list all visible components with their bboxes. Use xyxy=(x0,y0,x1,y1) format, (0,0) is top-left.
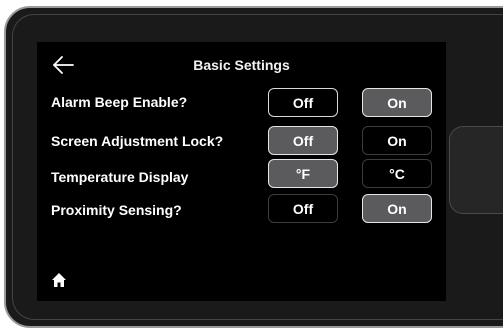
proximity-off-button[interactable]: Off xyxy=(268,194,338,223)
setting-label-screen-lock: Screen Adjustment Lock? xyxy=(51,133,224,149)
alarm-beep-on-button[interactable]: On xyxy=(362,88,432,117)
home-icon xyxy=(52,273,66,287)
screen-lock-off-button[interactable]: Off xyxy=(268,126,338,155)
setting-label-temperature: Temperature Display xyxy=(51,169,189,185)
header-bar: Basic Settings xyxy=(37,42,446,90)
temp-celsius-button[interactable]: °C xyxy=(362,159,432,188)
setting-label-alarm-beep: Alarm Beep Enable? xyxy=(51,94,188,110)
page-title: Basic Settings xyxy=(193,57,290,73)
home-button[interactable] xyxy=(51,272,67,288)
proximity-on-button[interactable]: On xyxy=(362,194,432,223)
touch-screen: Basic Settings Alarm Beep Enable? Off On… xyxy=(37,42,446,301)
alarm-beep-off-button[interactable]: Off xyxy=(268,88,338,117)
setting-label-proximity: Proximity Sensing? xyxy=(51,202,182,218)
screen-lock-on-button[interactable]: On xyxy=(362,126,432,155)
side-button xyxy=(449,126,503,214)
temp-fahrenheit-button[interactable]: °F xyxy=(268,159,338,188)
